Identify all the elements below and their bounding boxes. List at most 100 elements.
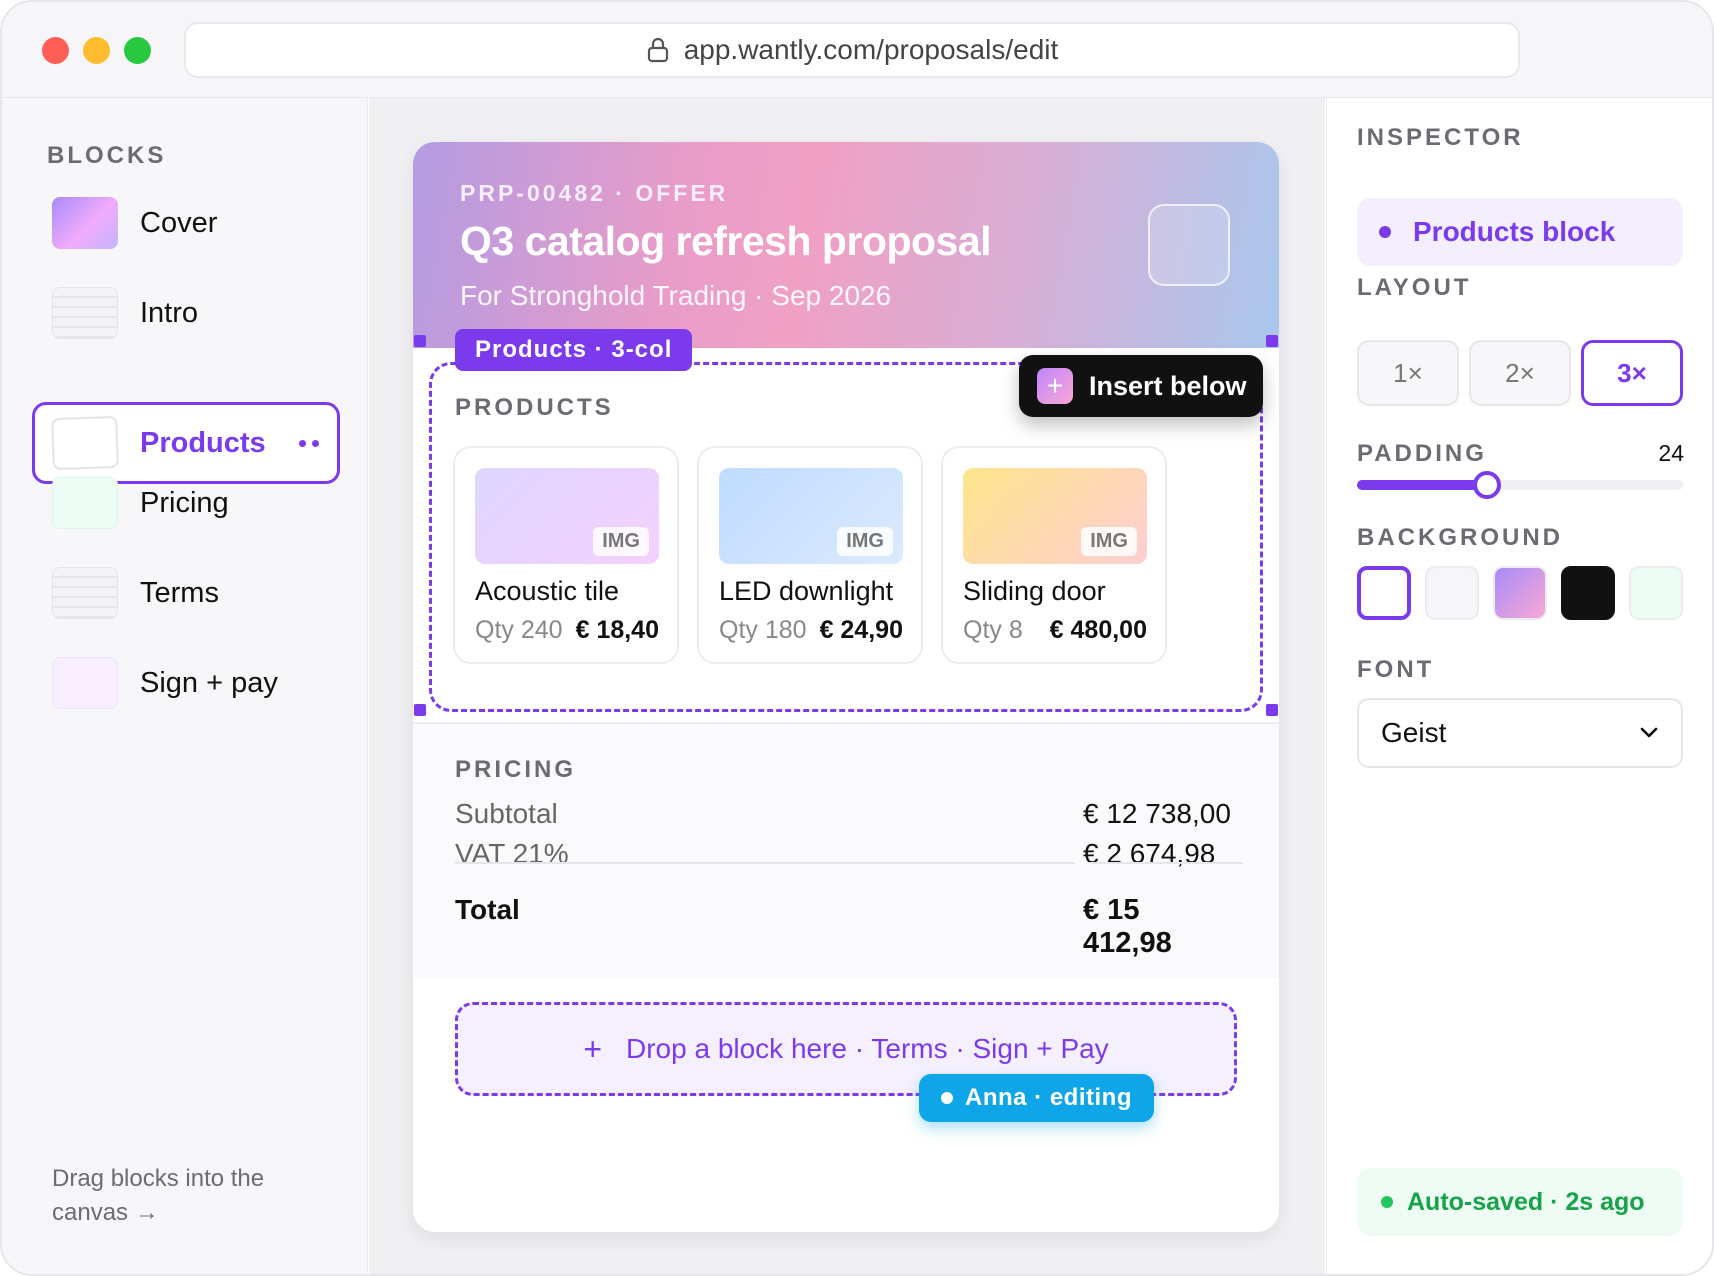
product-image-placeholder[interactable]: IMG	[719, 468, 903, 564]
resize-handle-top-left[interactable]	[414, 335, 426, 347]
blocks-sidebar: BLOCKS Cover Intro Products Pricing Term…	[2, 98, 368, 1274]
font-heading: FONT	[1357, 656, 1435, 683]
plus-icon: +	[1037, 368, 1073, 404]
product-name: Acoustic tile	[475, 576, 620, 606]
sidebar-item-label: Sign + pay	[140, 666, 278, 699]
total-value: € 15 412,98	[1083, 894, 1172, 959]
product-qty: Qty 240	[475, 616, 563, 644]
product-price: € 480,00	[1049, 616, 1147, 644]
presence-dot-icon	[941, 1092, 953, 1104]
lock-icon	[647, 37, 668, 63]
background-swatch-gradient[interactable]	[1493, 566, 1547, 620]
layout-3col-button[interactable]: 3×	[1581, 340, 1683, 406]
maximize-window-button[interactable]	[124, 37, 151, 64]
selected-block-pill: Products block	[1357, 198, 1683, 266]
product-card[interactable]: IMG LED downlight Qty 180 € 24,90	[697, 446, 923, 664]
product-price: € 24,90	[819, 616, 903, 644]
pricing-heading: PRICING	[455, 756, 577, 783]
font-select[interactable]: Geist	[1357, 698, 1683, 768]
sidebar-item-sign-pay[interactable]: Sign + pay	[32, 642, 340, 724]
product-qty: Qty 180	[719, 616, 807, 644]
autosave-status: Auto-saved · 2s ago	[1357, 1168, 1683, 1236]
close-window-button[interactable]	[42, 37, 69, 64]
more-options-icon[interactable]	[299, 439, 319, 447]
sidebar-item-label: Terms	[140, 576, 219, 609]
autosave-label: Auto-saved · 2s ago	[1407, 1187, 1645, 1216]
browser-titlebar: app.wantly.com/proposals/edit	[2, 2, 1712, 98]
drag-hint: Drag blocks into the canvas →	[52, 1165, 265, 1226]
padding-heading: PADDING	[1357, 440, 1487, 467]
background-swatch-mint[interactable]	[1629, 566, 1683, 620]
background-swatch-black[interactable]	[1561, 566, 1615, 620]
sidebar-item-label: Intro	[140, 296, 199, 329]
padding-slider-handle[interactable]	[1473, 471, 1502, 499]
intro-thumbnail-icon	[52, 287, 118, 339]
product-qty: Qty 8	[963, 616, 1023, 644]
product-card[interactable]: IMG Sliding door Qty 8 € 480,00	[941, 446, 1167, 664]
address-bar[interactable]: app.wantly.com/proposals/edit	[184, 22, 1520, 78]
app-window: app.wantly.com/proposals/edit BLOCKS Cov…	[0, 0, 1714, 1276]
sidebar-item-intro[interactable]: Intro	[32, 272, 340, 354]
pricing-value: € 12 738,00	[1083, 798, 1231, 829]
background-heading: BACKGROUND	[1357, 524, 1563, 551]
background-swatch-gray[interactable]	[1425, 566, 1479, 620]
product-image-placeholder[interactable]: IMG	[963, 468, 1147, 564]
image-tag: IMG	[593, 527, 649, 556]
pricing-divider	[455, 862, 1075, 864]
editor-canvas: PRP-00482 · OFFER Q3 catalog refresh pro…	[369, 98, 1325, 1274]
proposal-subtitle[interactable]: For Stronghold Trading · Sep 2026	[460, 280, 891, 312]
product-card[interactable]: IMG Acoustic tile Qty 240 € 18,40	[453, 446, 679, 664]
insert-below-button[interactable]: + Insert below	[1019, 355, 1263, 417]
dropzone-label: Drop a block here · Terms · Sign + Pay	[626, 1033, 1109, 1064]
sidebar-item-label: Products	[140, 426, 266, 459]
image-tag: IMG	[1081, 527, 1137, 556]
chevron-down-icon	[1640, 727, 1658, 738]
total-label: Total	[455, 894, 520, 925]
insert-below-label: Insert below	[1089, 370, 1247, 401]
products-heading: PRODUCTS	[455, 394, 614, 421]
cover-block[interactable]: PRP-00482 · OFFER Q3 catalog refresh pro…	[413, 142, 1279, 348]
presence-label: Anna · editing	[965, 1084, 1132, 1111]
image-tag: IMG	[837, 527, 893, 556]
padding-slider[interactable]	[1357, 480, 1683, 490]
minimize-window-button[interactable]	[83, 37, 110, 64]
cover-thumbnail-icon	[52, 197, 118, 249]
plus-icon: +	[583, 1030, 602, 1067]
product-image-placeholder[interactable]: IMG	[475, 468, 659, 564]
sidebar-item-label: Pricing	[140, 486, 229, 519]
inspector-heading: INSPECTOR	[1357, 124, 1524, 151]
resize-handle-bottom-right[interactable]	[1266, 704, 1278, 716]
inspector-panel: INSPECTOR Products block LAYOUT 1× 2× 3×…	[1326, 98, 1712, 1274]
sidebar-item-pricing[interactable]: Pricing	[32, 462, 340, 544]
status-dot-icon	[1381, 1196, 1393, 1208]
logo-placeholder[interactable]	[1148, 204, 1230, 286]
layout-heading: LAYOUT	[1357, 274, 1472, 301]
sidebar-item-cover[interactable]: Cover	[32, 182, 340, 264]
selected-block-tag: Products · 3-col	[455, 329, 693, 371]
terms-thumbnail-icon	[52, 567, 118, 619]
blocks-heading: BLOCKS	[47, 142, 167, 169]
product-name: LED downlight	[719, 576, 894, 606]
resize-handle-top-right[interactable]	[1266, 335, 1278, 347]
pricing-divider	[1089, 862, 1243, 864]
collaborator-presence-badge: Anna · editing	[919, 1074, 1154, 1122]
sidebar-item-terms[interactable]: Terms	[32, 552, 340, 634]
product-price: € 18,40	[575, 616, 659, 644]
layout-1col-button[interactable]: 1×	[1357, 340, 1459, 406]
proposal-title[interactable]: Q3 catalog refresh proposal	[460, 218, 992, 265]
pricing-block[interactable]: PRICING Subtotal € 12 738,00 VAT 21% € 2…	[413, 722, 1279, 978]
url-text: app.wantly.com/proposals/edit	[683, 34, 1059, 65]
pricing-value: € 2 674,98	[1083, 838, 1216, 869]
layout-2col-button[interactable]: 2×	[1469, 340, 1571, 406]
proposal-document: PRP-00482 · OFFER Q3 catalog refresh pro…	[413, 142, 1279, 1232]
selection-dot-icon	[1379, 226, 1391, 238]
sign-thumbnail-icon	[52, 657, 118, 709]
pricing-thumbnail-icon	[52, 477, 118, 529]
product-name: Sliding door	[963, 576, 1106, 606]
sidebar-item-label: Cover	[140, 206, 218, 239]
font-select-value: Geist	[1381, 717, 1447, 748]
pricing-label: Subtotal	[455, 798, 558, 829]
proposal-id: PRP-00482 · OFFER	[460, 180, 729, 206]
background-swatch-white[interactable]	[1357, 566, 1411, 620]
resize-handle-bottom-left[interactable]	[414, 704, 426, 716]
